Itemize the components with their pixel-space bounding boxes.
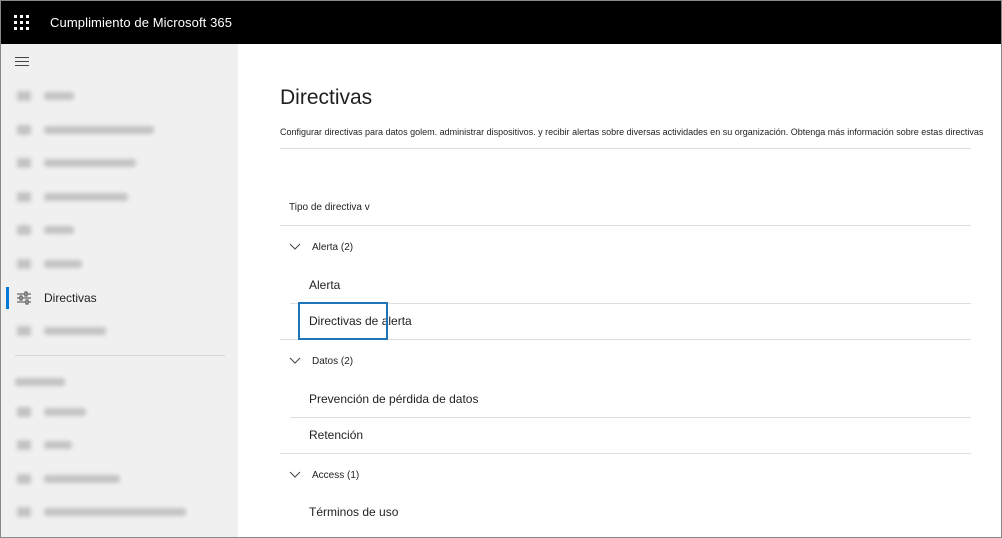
sidebar-item-reports[interactable] xyxy=(1,249,238,279)
group-header-alerta[interactable]: Alerta (2) xyxy=(280,230,971,264)
sidebar-item-label xyxy=(44,226,74,234)
sidebar-item-label xyxy=(44,92,74,100)
sidebar-item-audit[interactable] xyxy=(1,430,238,460)
group-header-datos[interactable]: Datos (2) xyxy=(280,344,971,378)
sidebar-item-data-classification[interactable] xyxy=(1,148,238,178)
main-content: Directivas Configurar directivas para da… xyxy=(238,44,1001,537)
sidebar-item-label xyxy=(44,126,154,134)
page-title: Directivas xyxy=(280,86,373,109)
sidebar-item-home[interactable] xyxy=(1,81,238,111)
chevron-down-icon xyxy=(289,357,301,364)
home-icon xyxy=(15,89,33,103)
sidebar-divider xyxy=(15,355,225,356)
group-label: Alerta (2) xyxy=(312,241,354,253)
chevron-down-icon xyxy=(289,243,301,250)
group-label: Access (1) xyxy=(312,469,360,481)
list-item-alerta[interactable]: Alerta xyxy=(300,267,971,303)
audit-icon xyxy=(15,438,33,452)
sidebar-item-permissions[interactable] xyxy=(1,316,238,346)
sidebar-item-label xyxy=(44,193,128,201)
sidebar-item-content-search[interactable] xyxy=(1,464,238,494)
divider xyxy=(280,339,971,340)
list-item-label: Prevención de pérdida de datos xyxy=(309,392,479,406)
list-item-label: Términos de uso xyxy=(309,505,399,519)
sidebar-item-label xyxy=(44,508,186,516)
compliance-icon xyxy=(15,123,33,137)
alert-icon xyxy=(15,223,33,237)
sidebar-item-directivas[interactable]: Directivas xyxy=(1,283,238,313)
app-launcher-button[interactable] xyxy=(1,1,41,44)
app-title: Cumplimiento de Microsoft 365 xyxy=(50,15,233,30)
sidebar-item-alerts[interactable] xyxy=(1,215,238,245)
sidebar-item-label xyxy=(44,475,120,483)
divider xyxy=(280,225,971,226)
active-indicator xyxy=(6,287,9,309)
page-description: Configurar directivas para datos golem. … xyxy=(280,127,984,137)
list-item-retencion[interactable]: Retención xyxy=(300,417,971,453)
policy-type-filter[interactable]: Tipo de directiva v xyxy=(289,202,370,213)
sidebar-item-compliance-manager[interactable] xyxy=(1,115,238,145)
divider xyxy=(280,148,971,149)
policy-sliders-icon xyxy=(15,291,33,305)
top-bar: Cumplimiento de Microsoft 365 xyxy=(1,1,1001,44)
sidebar-section-heading xyxy=(15,373,65,391)
search-icon xyxy=(15,472,33,486)
sidebar-item-catalog[interactable] xyxy=(1,397,238,427)
classification-icon xyxy=(15,156,33,170)
sidebar-item-label xyxy=(44,159,136,167)
group-label: Datos (2) xyxy=(312,355,354,367)
sidebar-item-communication-compliance[interactable] xyxy=(1,497,238,527)
chevron-down-icon xyxy=(289,471,301,478)
sidebar-item-data-connectors[interactable] xyxy=(1,182,238,212)
app-window: Cumplimiento de Microsoft 365 Directivas… xyxy=(0,0,1002,538)
communication-icon xyxy=(15,505,33,519)
list-item-terminos-de-uso[interactable]: Términos de uso xyxy=(300,494,971,530)
list-item-label: Directivas de alerta xyxy=(309,314,412,328)
reports-icon xyxy=(15,257,33,271)
list-item-directivas-de-alerta[interactable]: Directivas de alerta xyxy=(300,303,971,339)
sidebar-item-label xyxy=(44,327,106,335)
sidebar-item-label: Directivas xyxy=(44,291,97,305)
hamburger-menu-icon[interactable] xyxy=(15,57,31,69)
list-item-label: Retención xyxy=(309,428,364,442)
catalog-icon xyxy=(15,405,33,419)
connector-icon xyxy=(15,190,33,204)
sidebar-item-label xyxy=(44,408,86,416)
permissions-icon xyxy=(15,324,33,338)
group-header-access[interactable]: Access (1) xyxy=(280,458,971,492)
left-navigation: Directivas xyxy=(1,44,238,537)
waffle-icon xyxy=(13,15,29,30)
list-item-label: Alerta xyxy=(309,278,341,292)
divider xyxy=(280,453,971,454)
list-item-prevencion-perdida-datos[interactable]: Prevención de pérdida de datos xyxy=(300,381,971,417)
sidebar-item-label xyxy=(44,441,72,449)
sidebar-item-label xyxy=(44,260,82,268)
